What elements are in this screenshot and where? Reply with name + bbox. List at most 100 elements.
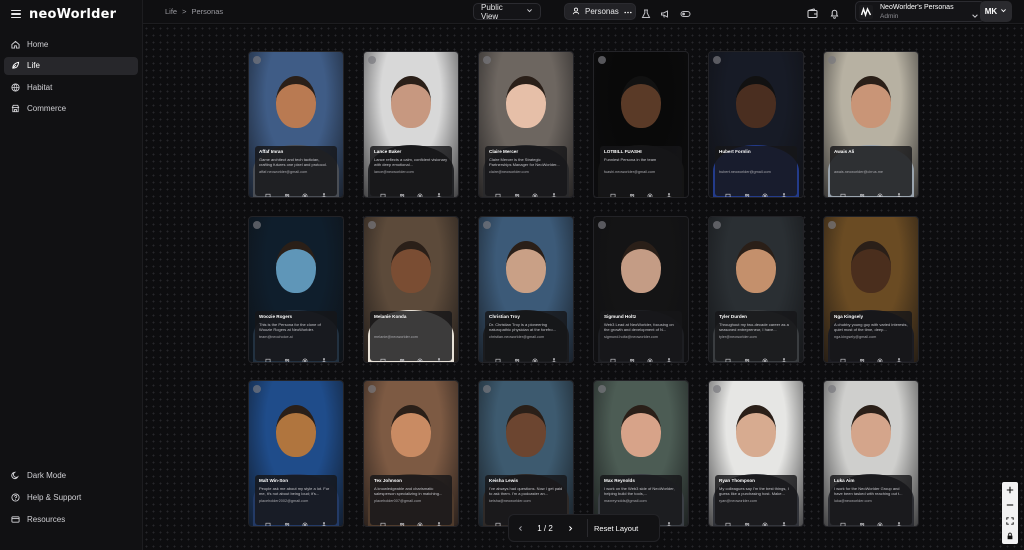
persona-card[interactable]: Ryan Thompson My colleagues say I'm the …	[708, 380, 804, 527]
dark-mode-toggle[interactable]: Dark Mode	[4, 466, 138, 484]
network-icon[interactable]	[436, 515, 442, 526]
team-icon[interactable]	[514, 186, 520, 197]
team-icon[interactable]	[284, 351, 290, 362]
network-icon[interactable]	[896, 515, 902, 526]
network-icon[interactable]	[666, 351, 672, 362]
settings-icon[interactable]	[877, 351, 883, 362]
persona-card[interactable]: LOTBILL FUASHI Funniest Persona in the t…	[593, 51, 689, 198]
fit-view-icon[interactable]	[1006, 517, 1014, 525]
network-icon[interactable]	[436, 351, 442, 362]
persona-card[interactable]: Max Reynolds I work on the Web3 side of …	[593, 380, 689, 527]
persona-card[interactable]: Awais Ali awais.neoworlder@cirrus.me	[823, 51, 919, 198]
settings-icon[interactable]	[647, 186, 653, 197]
team-icon[interactable]	[744, 186, 750, 197]
chat-icon[interactable]	[495, 351, 501, 362]
settings-icon[interactable]	[877, 515, 883, 526]
reset-layout-button[interactable]: Reset Layout	[594, 524, 638, 533]
account-switcher[interactable]: NeoWorlder's Personas Admin	[855, 1, 985, 22]
sidebar-item-life[interactable]: Life	[4, 56, 138, 75]
team-icon[interactable]	[744, 351, 750, 362]
menu-icon[interactable]	[11, 9, 21, 19]
settings-icon[interactable]	[647, 351, 653, 362]
personas-tab[interactable]: Personas	[564, 3, 636, 20]
chat-icon[interactable]	[380, 351, 386, 362]
settings-icon[interactable]	[417, 515, 423, 526]
network-icon[interactable]	[666, 515, 672, 526]
help-support-link[interactable]: Help & Support	[4, 488, 138, 506]
team-icon[interactable]	[744, 515, 750, 526]
persona-card[interactable]: Lance Baker Lance reflects a calm, confi…	[363, 51, 459, 198]
persona-card[interactable]: Melanie Konda melanie@neoworlder.com	[363, 216, 459, 363]
network-icon[interactable]	[781, 186, 787, 197]
network-icon[interactable]	[321, 515, 327, 526]
network-icon[interactable]	[781, 351, 787, 362]
wallet-icon[interactable]	[807, 6, 818, 18]
settings-icon[interactable]	[762, 351, 768, 362]
team-icon[interactable]	[399, 351, 405, 362]
toggle-icon[interactable]	[680, 6, 691, 17]
sidebar-item-home[interactable]: Home	[4, 35, 138, 53]
chat-icon[interactable]	[840, 186, 846, 197]
persona-card[interactable]: Christian Troy Dr. Christian Troy is a p…	[478, 216, 574, 363]
network-icon[interactable]	[321, 186, 327, 197]
persona-card[interactable]: Nga Kingsely A chubby young guy with var…	[823, 216, 919, 363]
settings-icon[interactable]	[302, 186, 308, 197]
megaphone-icon[interactable]	[660, 6, 671, 18]
settings-icon[interactable]	[877, 186, 883, 197]
settings-icon[interactable]	[417, 351, 423, 362]
chat-icon[interactable]	[380, 186, 386, 197]
persona-card[interactable]: Claire Mercer Claire Mercer is the Strat…	[478, 51, 574, 198]
zoom-out-icon[interactable]	[1006, 501, 1014, 509]
team-icon[interactable]	[629, 186, 635, 197]
network-icon[interactable]	[436, 186, 442, 197]
network-icon[interactable]	[551, 186, 557, 197]
prev-page-button[interactable]	[509, 517, 531, 539]
more-icon[interactable]	[624, 7, 632, 16]
network-icon[interactable]	[781, 515, 787, 526]
resources-link[interactable]: Resources	[4, 511, 138, 529]
chat-icon[interactable]	[265, 351, 271, 362]
chat-icon[interactable]	[725, 351, 731, 362]
next-page-button[interactable]	[559, 517, 581, 539]
persona-card[interactable]: Luka Aim I work for the NeoWorlder Group…	[823, 380, 919, 527]
sidebar-item-habitat[interactable]: Habitat	[4, 78, 138, 96]
settings-icon[interactable]	[532, 186, 538, 197]
persona-card[interactable]: Malt Win-Son People ask me about my styl…	[248, 380, 344, 527]
chat-icon[interactable]	[610, 186, 616, 197]
view-selector[interactable]: Public View	[473, 3, 541, 21]
chat-icon[interactable]	[725, 515, 731, 526]
user-avatar-button[interactable]: MK	[980, 1, 1012, 22]
persona-card[interactable]: Hubert Fornlin hubert.neoworlder@gmail.c…	[708, 51, 804, 198]
team-icon[interactable]	[859, 186, 865, 197]
persona-card[interactable]: Tex Johnson A knowledgeable and charisma…	[363, 380, 459, 527]
chat-icon[interactable]	[725, 186, 731, 197]
team-icon[interactable]	[399, 515, 405, 526]
team-icon[interactable]	[399, 186, 405, 197]
persona-card[interactable]: Sigmund Holtz Web3 Lead at NeoWorlder, f…	[593, 216, 689, 363]
zoom-in-icon[interactable]	[1006, 486, 1014, 494]
chat-icon[interactable]	[840, 515, 846, 526]
settings-icon[interactable]	[762, 186, 768, 197]
team-icon[interactable]	[629, 351, 635, 362]
settings-icon[interactable]	[302, 515, 308, 526]
network-icon[interactable]	[896, 351, 902, 362]
network-icon[interactable]	[666, 186, 672, 197]
persona-card[interactable]: Keisha Lewis I've always had questions. …	[478, 380, 574, 527]
chat-icon[interactable]	[495, 186, 501, 197]
persona-card[interactable]: Woozie Rogers This is the Persona for th…	[248, 216, 344, 363]
sidebar-item-commerce[interactable]: Commerce	[4, 100, 138, 118]
chat-icon[interactable]	[840, 351, 846, 362]
chat-icon[interactable]	[265, 515, 271, 526]
chat-icon[interactable]	[610, 351, 616, 362]
bell-icon[interactable]	[829, 6, 840, 19]
flask-icon[interactable]	[641, 6, 652, 18]
settings-icon[interactable]	[532, 351, 538, 362]
team-icon[interactable]	[284, 515, 290, 526]
chat-icon[interactable]	[380, 515, 386, 526]
team-icon[interactable]	[859, 515, 865, 526]
network-icon[interactable]	[321, 351, 327, 362]
settings-icon[interactable]	[302, 351, 308, 362]
persona-card[interactable]: Tyler Durden Throughout my two-decade ca…	[708, 216, 804, 363]
chat-icon[interactable]	[495, 515, 501, 526]
team-icon[interactable]	[284, 186, 290, 197]
